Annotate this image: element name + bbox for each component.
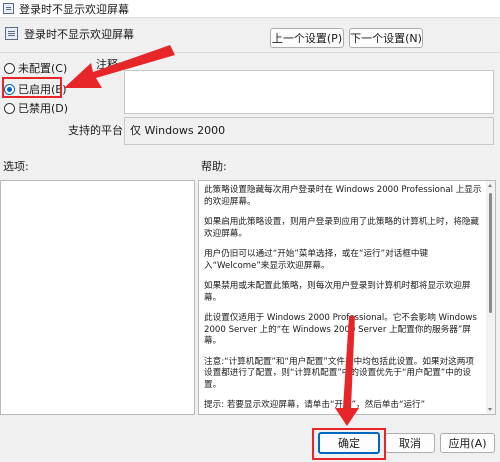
help-paragraph: 提示: 若要显示欢迎屏幕，请单击“开始”，然后单击“运行” [204, 400, 426, 410]
help-paragraph: 注意:“计算机配置”和“用户配置”文件夹中均包括此设置。如果对这两项设置都进行了… [204, 356, 474, 390]
window-title: 登录时不显示欢迎屏幕 [19, 3, 129, 16]
scroll-up-arrow-icon[interactable] [488, 184, 492, 187]
comment-label: 注释: [96, 58, 122, 71]
help-scrollbar[interactable] [486, 181, 495, 414]
scroll-thumb[interactable] [489, 193, 492, 313]
help-paragraph: 如果禁用或未配置此策略，则每次用户登录到计算机时都将显示欢迎屏幕。 [204, 281, 471, 303]
radio-disabled[interactable]: 已禁用(D) [4, 100, 68, 116]
header-divider [0, 52, 500, 53]
help-paragraph: 如果启用此策略设置，则用户登录到应用了此策略的计算机上时，将隐藏欢迎屏幕。 [204, 217, 480, 239]
radio-not-configured[interactable]: 未配置(C) [4, 60, 67, 76]
ok-button[interactable]: 确定 [318, 432, 380, 454]
comment-field[interactable] [124, 70, 494, 114]
help-paragraph: 此设置仅适用于 Windows 2000 Professional。它不会影响 … [204, 313, 477, 346]
radio-disabled-indicator[interactable] [4, 102, 15, 114]
options-label: 选项: [3, 160, 29, 173]
radio-not-configured-indicator[interactable] [4, 62, 15, 74]
scroll-down-arrow-icon[interactable] [488, 408, 492, 411]
platform-field: 仅 Windows 2000 [124, 117, 494, 145]
help-pane[interactable]: 此策略设置隐藏每次用户登录时在 Windows 2000 Professiona… [198, 180, 496, 415]
policy-icon [3, 3, 14, 14]
previous-setting-button[interactable]: 上一个设置(P) [270, 28, 344, 48]
help-label: 帮助: [201, 160, 227, 173]
radio-disabled-label: 已禁用(D) [18, 102, 69, 115]
help-paragraph: 用户仍旧可以通过“开始”菜单选择，或在“运行”对话框中键入“Welcome”来显… [204, 249, 429, 271]
help-text: 此策略设置隐藏每次用户登录时在 Windows 2000 Professiona… [204, 185, 482, 414]
policy-title: 登录时不显示欢迎屏幕 [24, 28, 134, 41]
radio-enabled-label: 已启用(E) [18, 83, 67, 96]
title-bar: 登录时不显示欢迎屏幕 [0, 0, 500, 18]
platform-value: 仅 Windows 2000 [130, 124, 226, 137]
help-paragraph: 此策略设置隐藏每次用户登录时在 Windows 2000 Professiona… [204, 185, 482, 207]
radio-enabled[interactable]: 已启用(E) [4, 81, 67, 97]
policy-setting-icon [5, 27, 18, 40]
apply-button[interactable]: 应用(A) [440, 433, 495, 453]
platform-label: 支持的平台: [68, 124, 127, 137]
radio-enabled-indicator[interactable] [4, 83, 15, 95]
next-setting-button[interactable]: 下一个设置(N) [349, 28, 423, 48]
options-pane [0, 180, 195, 415]
radio-not-configured-label: 未配置(C) [18, 62, 68, 75]
cancel-button[interactable]: 取消 [385, 433, 435, 453]
